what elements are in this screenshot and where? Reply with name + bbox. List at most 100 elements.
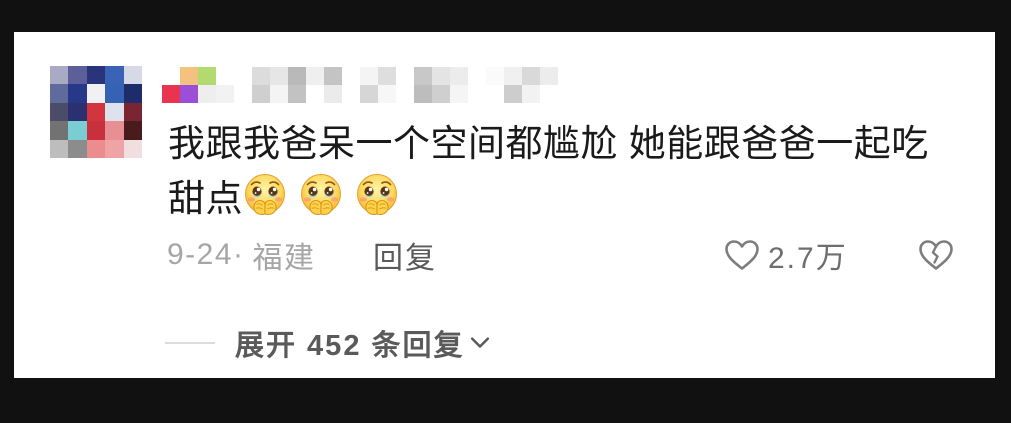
mosaic-cell bbox=[288, 67, 306, 85]
like-count: 2.7万 bbox=[768, 242, 848, 275]
comment-text: 我跟我爸呆一个空间都尴尬 她能跟爸爸一起吃 bbox=[168, 122, 929, 164]
mosaic-cell bbox=[216, 85, 234, 103]
mosaic-cell bbox=[162, 85, 180, 103]
mosaic-cell bbox=[50, 121, 69, 140]
comment-text: 甜点 bbox=[168, 177, 243, 219]
mosaic-cell bbox=[180, 85, 198, 103]
mosaic-cell bbox=[68, 66, 87, 85]
mosaic-cell bbox=[198, 85, 216, 103]
mosaic-cell bbox=[180, 67, 198, 85]
mosaic-cell bbox=[486, 85, 504, 103]
mosaic-cell bbox=[105, 66, 124, 85]
comment-emojis bbox=[243, 173, 411, 217]
mosaic-cell bbox=[396, 67, 414, 85]
comment-date: 9-24 bbox=[167, 238, 234, 271]
mosaic-cell bbox=[324, 67, 342, 85]
mosaic-cell bbox=[306, 67, 324, 85]
mosaic-cell bbox=[504, 85, 522, 103]
mosaic-cell bbox=[468, 67, 486, 85]
mosaic-cell bbox=[234, 85, 252, 103]
mosaic-cell bbox=[414, 67, 432, 85]
mosaic-cell bbox=[378, 85, 396, 103]
mosaic-cell bbox=[270, 67, 288, 85]
shy-face-covering-mouth-icon-graphic bbox=[243, 173, 287, 217]
mosaic-cell bbox=[540, 85, 558, 103]
mosaic-cell bbox=[450, 67, 468, 85]
shy-face-covering-mouth-icon-graphic bbox=[299, 173, 343, 217]
mosaic-cell bbox=[86, 121, 106, 140]
mosaic-cell bbox=[105, 121, 124, 140]
comment-location: 福建 bbox=[252, 242, 316, 275]
mosaic-cell bbox=[234, 67, 252, 85]
mosaic-cell bbox=[342, 85, 360, 103]
mosaic-cell bbox=[86, 66, 106, 85]
heart-outline-icon bbox=[725, 240, 759, 270]
mosaic-cell bbox=[198, 67, 216, 85]
mosaic-cell bbox=[360, 67, 378, 85]
chevron-down-icon bbox=[470, 337, 489, 348]
shy-face-covering-mouth-icon-graphic bbox=[355, 173, 399, 217]
comment-meta-row: 9-24 · 福建 回复 2.7万 bbox=[14, 235, 995, 275]
shy-face-covering-mouth-icon bbox=[355, 173, 399, 217]
mosaic-cell bbox=[68, 139, 87, 158]
mosaic-cell bbox=[468, 85, 486, 103]
shy-face-covering-mouth-icon bbox=[243, 173, 287, 217]
mosaic-cell bbox=[50, 66, 69, 85]
mosaic-cell bbox=[288, 85, 306, 103]
comment-date-location: 9-24 · 福建 bbox=[167, 235, 316, 275]
mosaic-cell bbox=[105, 102, 124, 122]
mosaic-cell bbox=[105, 139, 124, 158]
mosaic-cell bbox=[123, 102, 142, 122]
mosaic-cell bbox=[324, 85, 342, 103]
author-avatar[interactable] bbox=[50, 66, 142, 158]
mosaic-cell bbox=[86, 84, 106, 103]
mosaic-cell bbox=[68, 102, 87, 122]
mosaic-cell bbox=[486, 67, 504, 85]
mosaic-cell bbox=[68, 84, 87, 103]
mosaic-cell bbox=[50, 102, 69, 122]
mosaic-cell bbox=[50, 139, 69, 158]
dislike-button[interactable] bbox=[918, 235, 954, 275]
like-button[interactable]: 2.7万 bbox=[724, 235, 848, 275]
mosaic-cell bbox=[216, 67, 234, 85]
shy-face-covering-mouth-icon bbox=[299, 173, 343, 217]
mosaic-cell bbox=[270, 85, 288, 103]
mosaic-cell bbox=[522, 85, 540, 103]
mosaic-cell bbox=[86, 102, 106, 122]
mosaic-cell bbox=[540, 67, 558, 85]
mosaic-cell bbox=[105, 84, 124, 103]
mosaic-cell bbox=[86, 139, 106, 158]
mosaic-cell bbox=[50, 84, 69, 103]
divider bbox=[165, 342, 215, 344]
mosaic-cell bbox=[123, 66, 142, 85]
comment-body[interactable]: 我跟我爸呆一个空间都尴尬 她能跟爸爸一起吃 甜点 bbox=[168, 112, 929, 222]
replies-row: 展开 452 条回复 bbox=[14, 323, 995, 363]
mosaic-cell bbox=[342, 67, 360, 85]
comment-text-line: 甜点 bbox=[168, 167, 929, 222]
mosaic-cell bbox=[68, 121, 87, 140]
mosaic-cell bbox=[162, 67, 180, 85]
broken-heart-icon bbox=[919, 240, 953, 270]
comment-text-line: 我跟我爸呆一个空间都尴尬 她能跟爸爸一起吃 bbox=[168, 112, 929, 167]
mosaic-cell bbox=[123, 139, 142, 158]
mosaic-cell bbox=[432, 85, 450, 103]
mosaic-cell bbox=[360, 85, 378, 103]
expand-replies-button[interactable]: 展开 452 条回复 bbox=[235, 323, 491, 363]
mosaic-cell bbox=[522, 67, 540, 85]
mosaic-cell bbox=[123, 121, 142, 140]
expand-replies-label: 展开 452 条回复 bbox=[235, 330, 465, 362]
mosaic-cell bbox=[450, 85, 468, 103]
mosaic-cell bbox=[306, 85, 324, 103]
comment-card: 我跟我爸呆一个空间都尴尬 她能跟爸爸一起吃 甜点 9-24 · 福建 回复 2.7万 bbox=[14, 32, 995, 378]
meta-separator: · bbox=[233, 238, 245, 271]
mosaic-cell bbox=[432, 67, 450, 85]
author-name-redacted[interactable] bbox=[162, 67, 558, 103]
mosaic-cell bbox=[414, 85, 432, 103]
mosaic-cell bbox=[504, 67, 522, 85]
mosaic-cell bbox=[252, 67, 270, 85]
reply-button[interactable]: 回复 bbox=[373, 235, 437, 275]
mosaic-cell bbox=[378, 67, 396, 85]
mosaic-cell bbox=[396, 85, 414, 103]
mosaic-cell bbox=[252, 85, 270, 103]
mosaic-cell bbox=[123, 84, 142, 103]
